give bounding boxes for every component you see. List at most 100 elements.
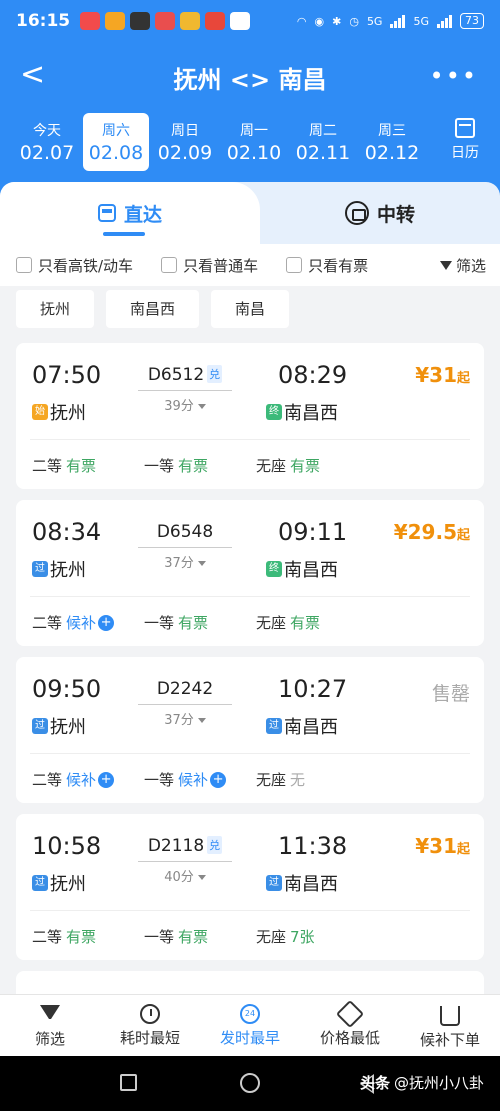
watermark-account: @抚州小八卦 <box>393 1074 484 1092</box>
checkbox-box[interactable] <box>161 257 178 273</box>
divider <box>30 910 470 911</box>
calendar-button[interactable]: 日历 <box>442 116 488 162</box>
tab-transfer[interactable]: 中转 <box>260 182 500 244</box>
date-item-selected[interactable]: 周六 02.08 <box>83 113 149 171</box>
date-value: 02.11 <box>295 142 351 164</box>
sort-earliest-tab[interactable]: 24 发时最早 <box>200 995 300 1056</box>
station-name: 南昌西 <box>284 717 338 738</box>
tab-label: 价格最低 <box>319 1028 380 1047</box>
date-weekday: 周六 <box>102 123 130 139</box>
waitlist-order-tab[interactable]: 候补下单 <box>400 995 500 1056</box>
price: ¥31起 <box>415 363 470 387</box>
network-a-label: 5G <box>366 14 383 28</box>
battery-icon: 73 <box>460 13 484 29</box>
price-suffix: 起 <box>456 528 470 543</box>
checkbox-label: 只看有票 <box>308 256 369 275</box>
seat-status: 有票 <box>178 928 209 946</box>
duration-toggle[interactable]: 39分 <box>138 395 232 414</box>
sort-filter-tab[interactable]: 筛选 <box>0 995 100 1056</box>
route-line <box>138 547 232 548</box>
app-notification-icon <box>155 12 176 30</box>
date-item[interactable]: 周日 02.09 <box>152 113 218 171</box>
divider <box>30 439 470 440</box>
route-type-tabs: 直达 中转 <box>0 182 500 244</box>
departure-time: 08:34 <box>32 518 102 546</box>
route-line <box>138 390 232 391</box>
seat-status: 有票 <box>178 614 209 632</box>
tab-direct[interactable]: 直达 <box>0 182 260 244</box>
add-waitlist-icon[interactable]: + <box>210 771 227 788</box>
station-tag: 始 <box>32 404 48 420</box>
sort-cheapest-tab[interactable]: 价格最低 <box>300 995 400 1056</box>
duration-toggle[interactable]: 37分 <box>138 552 232 571</box>
train-number-text: D2118 <box>147 836 205 856</box>
station-chip[interactable]: 南昌西 <box>106 290 200 328</box>
date-weekday: 周日 <box>171 123 199 139</box>
add-waitlist-icon[interactable]: + <box>98 771 115 788</box>
signal-icon <box>437 14 452 28</box>
seat-class[interactable]: 二等 候补 + <box>32 769 144 790</box>
station-tag: 过 <box>266 718 282 734</box>
bus-transfer-icon <box>344 201 369 225</box>
funnel-icon <box>40 1005 60 1025</box>
tab-active-indicator <box>103 232 145 236</box>
home-icon[interactable] <box>240 1073 260 1093</box>
seat-class[interactable]: 一等 候补 + <box>144 769 256 790</box>
arrival-time: 09:11 <box>278 518 348 546</box>
date-item[interactable]: 今天 02.07 <box>14 113 80 171</box>
high-speed-only-checkbox[interactable]: 只看高铁/动车 <box>16 255 133 276</box>
date-weekday: 今天 <box>33 123 61 139</box>
arrival-time: 11:38 <box>278 832 348 860</box>
station-name: 抚州 <box>50 874 86 895</box>
price-suffix: 起 <box>456 371 470 386</box>
seat-class: 一等 有票 <box>144 455 256 476</box>
date-item[interactable]: 周三 02.12 <box>359 113 425 171</box>
train-card[interactable]: 07:50 D6512 兑 39分 08:29 ¥31起 始抚州 终南昌西 二等有… <box>16 343 484 489</box>
date-item[interactable]: 周一 02.10 <box>221 113 287 171</box>
recent-apps-icon[interactable] <box>120 1074 137 1091</box>
station-filter-chips: 抚州 南昌西 南昌 <box>16 290 290 328</box>
add-waitlist-icon[interactable]: + <box>98 614 115 631</box>
checkbox-box[interactable] <box>16 257 32 273</box>
station-tag: 过 <box>266 875 282 891</box>
duration-toggle[interactable]: 40分 <box>138 866 232 885</box>
seat-label: 无座 <box>256 614 287 632</box>
station-tag: 过 <box>32 718 48 734</box>
exchange-badge: 兑 <box>207 836 223 854</box>
seat-status: 有票 <box>290 457 321 475</box>
tab-label: 候补下单 <box>419 1030 480 1049</box>
app-notification-icon <box>80 12 101 30</box>
more-menu-button[interactable]: ••• <box>430 62 478 90</box>
seat-class[interactable]: 二等 候补 + <box>32 612 144 633</box>
available-only-checkbox[interactable]: 只看有票 <box>286 255 368 276</box>
seat-status: 候补 <box>66 771 97 789</box>
tab-transfer-label: 中转 <box>376 203 415 226</box>
filter-button[interactable]: 筛选 <box>439 255 486 276</box>
checkbox-box[interactable] <box>286 257 303 273</box>
normal-train-only-checkbox[interactable]: 只看普通车 <box>161 255 258 276</box>
seat-class: 二等 有票 <box>32 926 144 947</box>
station-chip[interactable]: 南昌 <box>211 290 290 328</box>
checkbox-label: 只看普通车 <box>183 256 259 275</box>
seat-status: 有票 <box>178 457 209 475</box>
seat-class: 无座 7张 <box>256 926 368 947</box>
seat-status: 有票 <box>66 457 97 475</box>
departure-station: 过抚州 <box>32 556 86 582</box>
app-notification-icon <box>230 12 251 30</box>
date-item[interactable]: 周二 02.11 <box>290 113 356 171</box>
date-weekday: 周二 <box>309 123 337 139</box>
sort-shortest-tab[interactable]: 耗时最短 <box>100 995 200 1056</box>
train-card[interactable]: 08:34 D6548 37分 09:11 ¥29.5起 过抚州 终南昌西 二等… <box>16 500 484 646</box>
station-chip[interactable]: 抚州 <box>16 290 95 328</box>
train-number: D6548 <box>156 522 214 542</box>
seat-status: 无 <box>290 771 306 789</box>
duration-toggle[interactable]: 37分 <box>138 709 232 728</box>
train-card[interactable]: 10:58 D2118 兑 40分 11:38 ¥31起 过抚州 过南昌西 二等有… <box>16 814 484 960</box>
station-name: 南昌西 <box>284 560 338 581</box>
train-icon <box>97 204 116 222</box>
station-name: 抚州 <box>50 560 86 581</box>
app-notification-icon <box>205 12 226 30</box>
station-name: 抚州 <box>50 403 86 424</box>
train-card[interactable]: 09:50 D2242 37分 10:27 售罄 过抚州 过南昌西 二等 候补 + … <box>16 657 484 803</box>
train-card-partial[interactable] <box>16 971 484 994</box>
